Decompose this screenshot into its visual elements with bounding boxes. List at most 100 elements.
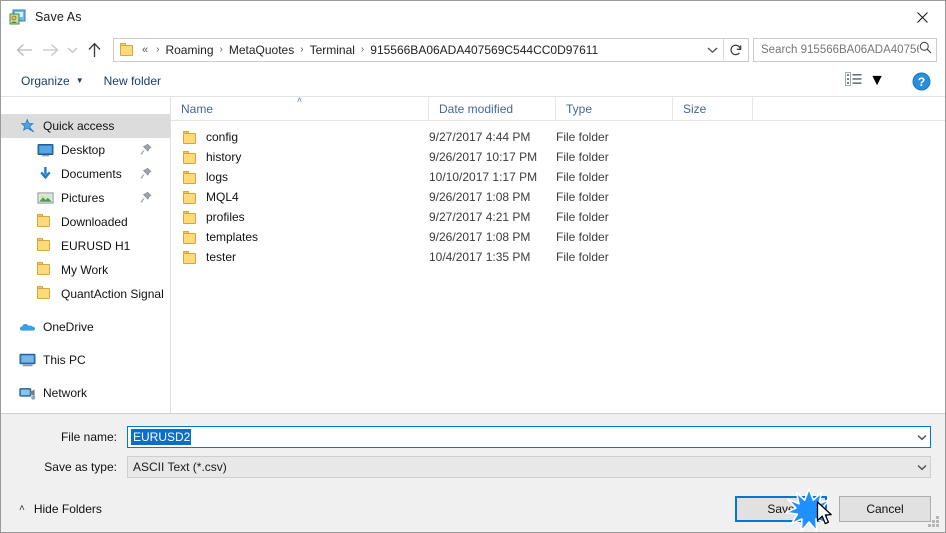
star-pin-icon — [19, 118, 36, 134]
file-list[interactable]: ˄ Name Date modified Type Size config 9/… — [171, 97, 945, 413]
file-name: history — [206, 150, 242, 164]
column-header-size[interactable]: Size — [673, 97, 753, 121]
title-bar: Save As — [1, 1, 945, 33]
close-icon[interactable] — [899, 1, 945, 33]
new-folder-button[interactable]: New folder — [100, 71, 169, 91]
sidebar-item-label: Desktop — [61, 143, 106, 157]
refresh-icon[interactable] — [724, 39, 748, 61]
sidebar-item-desktop[interactable]: Desktop — [1, 138, 170, 162]
column-header-name[interactable]: ˄ Name — [171, 97, 429, 121]
file-name-cell: config — [171, 127, 429, 147]
save-as-type-select[interactable]: ASCII Text (*.csv) — [127, 456, 931, 478]
navigation-bar: « › Roaming › MetaQuotes › Terminal › 91… — [1, 33, 945, 66]
file-name-cell: MQL4 — [171, 187, 429, 207]
save-form: File name: EURUSD2 Save as type: ASCII T… — [1, 414, 945, 486]
breadcrumb-separator: › — [219, 44, 223, 55]
sidebar-item-eurusd-h1[interactable]: EURUSD H1 — [1, 234, 170, 258]
pin-icon[interactable] — [140, 143, 152, 156]
chevron-up-icon: ˄ — [19, 503, 25, 514]
table-row[interactable]: tester 10/4/2017 1:35 PM File folder — [171, 247, 945, 267]
new-folder-label: New folder — [103, 74, 161, 88]
file-date: 9/26/2017 1:08 PM — [429, 230, 531, 244]
up-icon[interactable] — [81, 37, 107, 63]
save-button[interactable]: Save — [735, 496, 827, 522]
file-type: File folder — [556, 210, 609, 224]
recent-locations-chevron-down-icon[interactable] — [63, 37, 81, 63]
save-as-type-value: ASCII Text (*.csv) — [133, 460, 227, 474]
file-name-input[interactable]: EURUSD2 — [127, 426, 931, 448]
column-header-date-modified[interactable]: Date modified — [429, 97, 556, 121]
back-icon[interactable] — [11, 37, 37, 63]
file-date: 9/26/2017 10:17 PM — [429, 150, 538, 164]
file-size — [673, 127, 753, 147]
table-row[interactable]: profiles 9/27/2017 4:21 PM File folder — [171, 207, 945, 227]
file-type: File folder — [556, 250, 609, 264]
table-row[interactable]: templates 9/26/2017 1:08 PM File folder — [171, 227, 945, 247]
resize-grip-icon[interactable] — [928, 516, 940, 528]
view-options-button[interactable]: ▼ — [839, 69, 891, 94]
organize-button[interactable]: Organize ▼ — [17, 71, 92, 91]
forward-icon[interactable] — [37, 37, 63, 63]
table-row[interactable]: config 9/27/2017 4:44 PM File folder — [171, 127, 945, 147]
breadcrumb-item-terminal[interactable]: Terminal — [309, 43, 356, 57]
file-type: File folder — [556, 170, 609, 184]
pin-icon[interactable] — [140, 191, 152, 204]
breadcrumb-item-metaquotes[interactable]: MetaQuotes — [228, 43, 295, 57]
folder-icon — [183, 170, 198, 184]
hide-folders-button[interactable]: ˄ Hide Folders — [11, 502, 102, 516]
breadcrumb-item-roaming[interactable]: Roaming — [164, 43, 214, 57]
sidebar-item-label: This PC — [43, 353, 86, 367]
sidebar-item-documents[interactable]: Documents — [1, 162, 170, 186]
organize-label: Organize — [21, 74, 70, 88]
file-date: 9/27/2017 4:44 PM — [429, 130, 531, 144]
file-type: File folder — [556, 130, 609, 144]
file-name-value[interactable]: EURUSD2 — [131, 429, 192, 445]
column-header-label: Name — [181, 101, 214, 116]
search-icon[interactable] — [919, 41, 932, 59]
navigation-pane[interactable]: Quick access Desktop Documents Pictures … — [1, 97, 171, 413]
file-name: MQL4 — [206, 190, 239, 204]
file-size — [673, 147, 753, 167]
chevron-down-icon: ▼ — [75, 76, 84, 85]
file-type: File folder — [556, 150, 609, 164]
onedrive-cloud-icon — [19, 319, 36, 335]
sidebar-item-label: EURUSD H1 — [61, 239, 131, 253]
sidebar-item-downloaded[interactable]: Downloaded — [1, 210, 170, 234]
address-chevron-down-icon[interactable] — [701, 39, 723, 61]
sidebar-item-label: Documents — [61, 167, 122, 181]
sidebar-item-this-pc[interactable]: This PC — [1, 348, 170, 372]
search-box[interactable]: Search 915566BA06ADA40756... — [753, 37, 937, 62]
table-row[interactable]: logs 10/10/2017 1:17 PM File folder — [171, 167, 945, 187]
sidebar-item-label: Downloaded — [61, 215, 128, 229]
save-as-type-label: Save as type: — [44, 460, 117, 474]
sidebar-item-quick-access[interactable]: Quick access — [1, 114, 170, 138]
file-type: File folder — [556, 230, 609, 244]
file-size — [673, 167, 753, 187]
help-icon[interactable]: ? — [907, 69, 935, 93]
save-as-type-chevron-down-icon[interactable] — [913, 457, 930, 477]
column-header-type[interactable]: Type — [556, 97, 673, 121]
file-size — [673, 207, 753, 227]
breadcrumb-overflow[interactable]: « — [139, 44, 151, 56]
sidebar-item-pictures[interactable]: Pictures — [1, 186, 170, 210]
breadcrumb-item-terminal-id[interactable]: 915566BA06ADA407569C544CC0D97611 — [369, 43, 599, 57]
hide-folders-label: Hide Folders — [33, 502, 102, 516]
sidebar-item-onedrive[interactable]: OneDrive — [1, 315, 170, 339]
table-row[interactable]: MQL4 9/26/2017 1:08 PM File folder — [171, 187, 945, 207]
address-bar[interactable]: « › Roaming › MetaQuotes › Terminal › 91… — [113, 37, 749, 62]
table-row[interactable]: history 9/26/2017 10:17 PM File folder — [171, 147, 945, 167]
sidebar-item-my-work[interactable]: My Work — [1, 258, 170, 282]
network-icon — [19, 385, 36, 401]
this-pc-icon — [19, 352, 36, 368]
file-name-cell: templates — [171, 227, 429, 247]
search-input[interactable]: Search 915566BA06ADA40756... — [761, 44, 919, 56]
file-size — [673, 247, 753, 267]
sidebar-item-label: My Work — [61, 263, 109, 277]
pin-icon[interactable] — [140, 167, 152, 180]
sidebar-item-quantaction-signal[interactable]: QuantAction Signal — [1, 282, 170, 306]
cancel-button[interactable]: Cancel — [839, 496, 931, 522]
folder-icon — [37, 238, 54, 254]
file-name-chevron-down-icon[interactable] — [913, 427, 930, 447]
sidebar-item-network[interactable]: Network — [1, 381, 170, 405]
file-name: config — [206, 130, 239, 144]
